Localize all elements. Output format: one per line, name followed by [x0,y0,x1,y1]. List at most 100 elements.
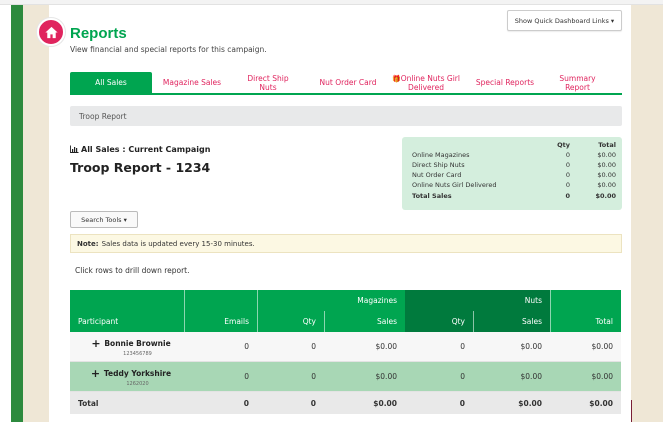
note-text: Sales data is updated every 15-30 minute… [101,239,255,248]
tab-summary-report[interactable]: Summary Report [555,72,600,95]
mag-qty-cell: 0 [311,372,316,381]
page-subtitle: View financial and special reports for t… [70,45,267,54]
summary-total: $0.00 [597,161,616,169]
summary-total: $0.00 [597,151,616,159]
nuts-qty-cell: 0 [460,342,465,351]
group-header-nuts: Nuts [405,290,550,311]
mag-qty-total-cell: 0 [310,398,316,408]
sales-summary-box: Qty Total Online Magazines 0 $0.00 Direct … [402,137,622,210]
summary-total: $0.00 [597,181,616,189]
update-note: Note: Sales data is updated every 15-30 m… [70,234,622,253]
nuts-qty-cell: 0 [460,372,465,381]
section-label: All Sales : Current Campaign [70,145,210,154]
summary-total-header: Total [598,141,616,149]
table-row[interactable]: + Bonnie Brownie 123456789 0 0 $0.00 0 $0… [70,332,621,362]
nuts-sales-total-cell: $0.00 [518,398,542,408]
mag-qty-cell: 0 [311,342,316,351]
search-tools-button[interactable]: Search Tools ▾ [70,211,138,228]
participant-cell: + Teddy Yorkshire 1262020 [70,362,184,391]
summary-qty: 0 [565,171,570,179]
tab-label: All Sales [95,78,127,88]
total-cell: $0.00 [591,342,613,351]
summary-qty-header: Qty [557,141,570,149]
summary-total-row: Total Sales 0 $0.00 [412,192,616,202]
table-total-row: Total 0 0 $0.00 0 $0.00 $0.00 [70,392,621,414]
summary-label: Nut Order Card [412,171,462,179]
tab-magazine-sales[interactable]: Magazine Sales [152,72,232,95]
summary-qty: 0 [565,192,570,200]
breadcrumb: Troop Report [70,106,622,126]
summary-qty: 0 [565,161,570,169]
col-header-total[interactable]: Total [550,311,621,332]
gift-icon: 🎁 [392,75,401,84]
summary-qty: 0 [565,151,570,159]
tab-label: 🎁Online Nuts Girl Delivered [390,74,462,92]
emails-cell: 0 [244,342,249,351]
participant-name: + Bonnie Brownie [91,337,170,350]
tab-label-text: Online Nuts Girl Delivered [400,74,460,92]
left-tan-border [23,5,49,422]
participant-name-text: Bonnie Brownie [104,338,171,348]
report-title: Troop Report - 1234 [70,160,211,175]
tab-label: Direct Ship Nuts [247,74,289,92]
summary-row: Direct Ship Nuts 0 $0.00 [412,161,616,171]
summary-row: Nut Order Card 0 $0.00 [412,171,616,181]
summary-label: Total Sales [412,192,452,200]
summary-row: Online Magazines 0 $0.00 [412,151,616,161]
col-header-mag-qty[interactable]: Qty [257,311,324,332]
home-icon [44,26,58,38]
bar-chart-icon [70,145,79,153]
group-header-blank [70,290,184,311]
drill-down-instructions: Click rows to drill down report. [75,266,190,275]
col-header-mag-sales[interactable]: Sales [324,311,405,332]
participant-id: 123456789 [123,350,152,357]
col-header-nuts-qty[interactable]: Qty [405,311,473,332]
nuts-sales-cell: $0.00 [520,372,542,381]
group-header-magazines: Magazines [257,290,405,311]
group-header-blank [550,290,621,311]
tab-online-nuts-girl-delivered[interactable]: 🎁Online Nuts Girl Delivered [390,72,462,95]
summary-row: Online Nuts Girl Delivered 0 $0.00 [412,181,616,191]
participant-name: + Teddy Yorkshire [91,367,171,380]
page-title: Reports [70,25,127,42]
group-header-blank [184,290,257,311]
tab-direct-ship-nuts[interactable]: Direct Ship Nuts [242,72,294,95]
participant-id: 1262020 [126,380,149,387]
col-header-nuts-sales[interactable]: Sales [473,311,550,332]
expand-plus-icon[interactable]: + [91,367,101,380]
tab-all-sales[interactable]: All Sales [70,72,152,95]
total-cell: $0.00 [591,372,613,381]
summary-label: Direct Ship Nuts [412,161,465,169]
col-header-emails[interactable]: Emails [184,311,257,332]
summary-label: Online Magazines [412,151,470,159]
total-label-cell: Total [78,398,99,408]
expand-plus-icon[interactable]: + [91,337,101,350]
nuts-qty-total-cell: 0 [459,398,465,408]
section-label-text: All Sales : Current Campaign [81,145,211,154]
col-header-participant[interactable]: Participant [70,311,184,332]
participant-name-text: Teddy Yorkshire [103,368,172,378]
tab-label: Special Reports [475,78,535,88]
tab-label: Nut Order Card [319,78,377,88]
mag-sales-cell: $0.00 [375,372,397,381]
summary-total: $0.00 [597,171,616,179]
emails-total-cell: 0 [243,398,249,408]
left-green-border [11,5,23,422]
table-row[interactable]: + Teddy Yorkshire 1262020 0 0 $0.00 0 $0.… [70,362,621,392]
right-tan-border [631,5,663,422]
table-header-row: Participant Emails Qty Sales Qty Sales T… [70,311,621,332]
grand-total-cell: $0.00 [589,398,613,408]
table-group-header-row: Magazines Nuts [70,290,621,311]
summary-label: Online Nuts Girl Delivered [412,181,497,189]
quick-dashboard-links-button[interactable]: Show Quick Dashboard Links ▾ [507,10,622,31]
summary-total: $0.00 [595,192,616,200]
tab-special-reports[interactable]: Special Reports [465,72,545,95]
emails-cell: 0 [244,372,249,381]
report-tabs: All Sales Magazine Sales Direct Ship Nut… [70,72,622,95]
participant-cell: + Bonnie Brownie 123456789 [70,332,184,361]
tab-nut-order-card[interactable]: Nut Order Card [308,72,388,95]
breadcrumb-item: Troop Report [79,111,127,121]
summary-qty: 0 [565,181,570,189]
home-button[interactable] [37,18,65,46]
note-label: Note: [77,239,99,248]
